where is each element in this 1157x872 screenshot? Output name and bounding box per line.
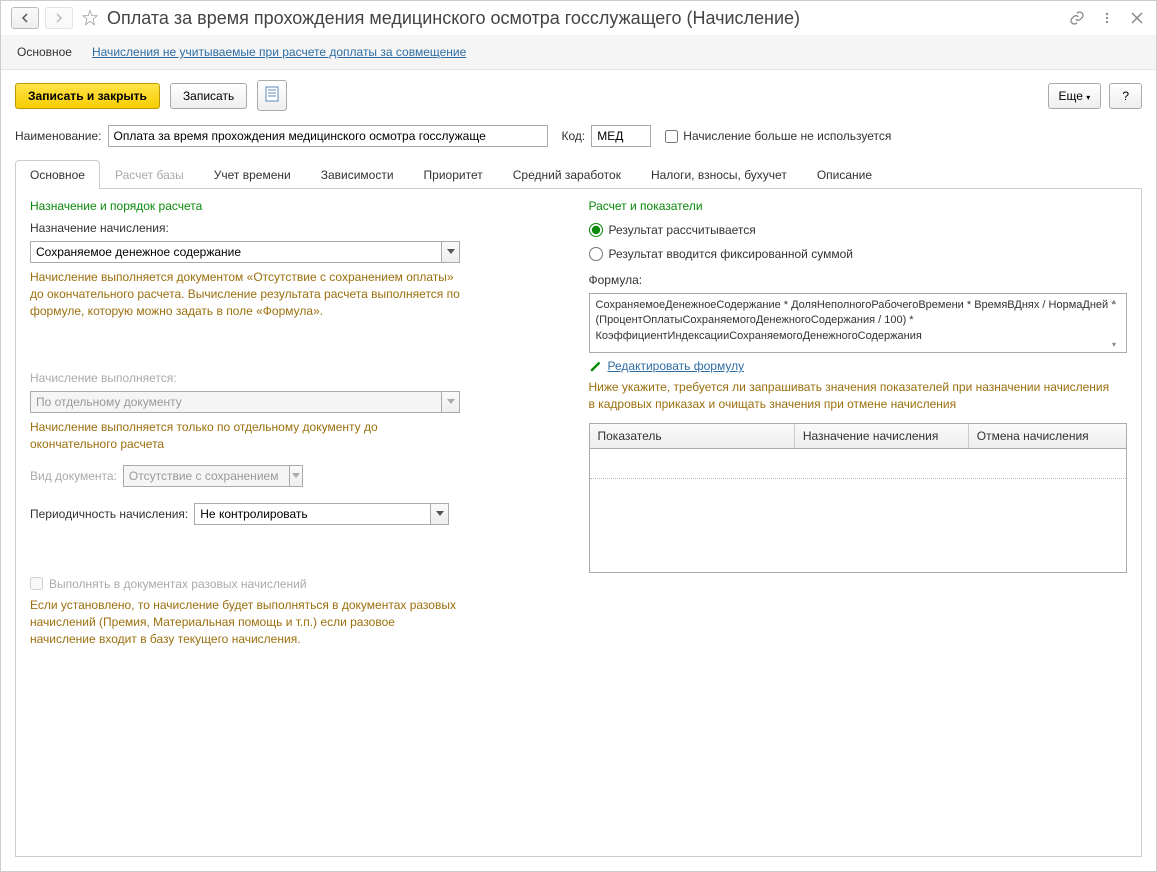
onetime-label: Выполнять в документах разовых начислени… — [49, 577, 307, 591]
formula-box[interactable]: СохраняемоеДенежноеСодержание * ДоляНепо… — [589, 293, 1128, 353]
purpose-dropdown[interactable] — [30, 241, 460, 263]
indicators-table: Показатель Назначение начисления Отмена … — [589, 423, 1128, 573]
radio-fixed-input[interactable] — [589, 247, 603, 261]
formula-scroll[interactable]: ▴▾ — [1112, 296, 1124, 350]
favorite-icon[interactable] — [79, 7, 101, 29]
tabs: Основное Расчет базы Учет времени Зависи… — [15, 159, 1142, 189]
tab-average[interactable]: Средний заработок — [498, 160, 636, 189]
formula-label: Формула: — [589, 273, 1128, 287]
th-cancel: Отмена начисления — [969, 424, 1126, 448]
indicators-hint: Ниже укажите, требуется ли запрашивать з… — [589, 379, 1119, 413]
nav-main[interactable]: Основное — [15, 41, 74, 63]
close-icon[interactable] — [1128, 9, 1146, 27]
indicators-header: Показатель Назначение начисления Отмена … — [590, 424, 1127, 449]
chevron-down-icon[interactable] — [441, 242, 459, 262]
purpose-note: Начисление выполняется документом «Отсут… — [30, 269, 460, 319]
period-input[interactable] — [195, 504, 430, 524]
save-close-button[interactable]: Записать и закрыть — [15, 83, 160, 109]
tab-desc[interactable]: Описание — [802, 160, 887, 189]
tab-time[interactable]: Учет времени — [199, 160, 306, 189]
exec-label: Начисление выполняется: — [30, 371, 569, 385]
more-button[interactable]: Еще ▾ — [1048, 83, 1102, 109]
radio-calculated[interactable]: Результат рассчитывается — [589, 221, 1128, 239]
tab-deps[interactable]: Зависимости — [306, 160, 409, 189]
window-title: Оплата за время прохождения медицинского… — [107, 8, 1062, 29]
notused-checkbox[interactable] — [665, 130, 678, 143]
code-input[interactable] — [591, 125, 651, 147]
tab-main[interactable]: Основное — [15, 160, 100, 189]
pencil-icon — [589, 359, 603, 373]
doc-dropdown — [123, 465, 303, 487]
edit-formula-link[interactable]: Редактировать формулу — [589, 359, 1128, 373]
tab-base[interactable]: Расчет базы — [100, 160, 199, 189]
window: Оплата за время прохождения медицинского… — [0, 0, 1157, 872]
right-column: Расчет и показатели Результат рассчитыва… — [589, 199, 1128, 846]
th-indicator: Показатель — [590, 424, 795, 448]
tab-tax[interactable]: Налоги, взносы, бухучет — [636, 160, 802, 189]
forward-button[interactable] — [45, 7, 73, 29]
notused-label: Начисление больше не используется — [683, 129, 891, 143]
onetime-checkbox — [30, 577, 43, 590]
chevron-down-icon — [441, 392, 459, 412]
onetime-note: Если установлено, то начисление будет вы… — [30, 597, 460, 647]
formula-text: СохраняемоеДенежноеСодержание * ДоляНепо… — [596, 299, 1116, 342]
period-dropdown[interactable] — [194, 503, 449, 525]
doc-input — [124, 466, 289, 486]
purpose-label: Назначение начисления: — [30, 221, 569, 235]
exec-dropdown — [30, 391, 460, 413]
content: Назначение и порядок расчета Назначение … — [15, 189, 1142, 857]
tab-priority[interactable]: Приоритет — [409, 160, 498, 189]
purpose-input[interactable] — [31, 242, 441, 262]
radio-fixed[interactable]: Результат вводится фиксированной суммой — [589, 245, 1128, 263]
nav-link[interactable]: Начисления не учитываемые при расчете до… — [90, 41, 468, 63]
toolbar: Записать и закрыть Записать Еще ▾ ? — [1, 70, 1156, 121]
link-icon[interactable] — [1068, 9, 1086, 27]
chevron-down-icon[interactable] — [430, 504, 448, 524]
navbar: Основное Начисления не учитываемые при р… — [1, 35, 1156, 70]
name-input[interactable] — [108, 125, 548, 147]
exec-note: Начисление выполняется только по отдельн… — [30, 419, 460, 453]
code-label: Код: — [562, 129, 586, 143]
save-button[interactable]: Записать — [170, 83, 247, 109]
doc-label: Вид документа: — [30, 469, 117, 483]
exec-input — [31, 392, 441, 412]
report-button[interactable] — [257, 80, 287, 111]
back-button[interactable] — [11, 7, 39, 29]
section-calc-title: Расчет и показатели — [589, 199, 1128, 213]
header-form: Наименование: Код: Начисление больше не … — [1, 121, 1156, 159]
help-button[interactable]: ? — [1109, 83, 1142, 109]
name-label: Наименование: — [15, 129, 102, 143]
chevron-down-icon — [289, 466, 302, 486]
radio-calculated-input[interactable] — [589, 223, 603, 237]
menu-icon[interactable] — [1098, 9, 1116, 27]
section-purpose-title: Назначение и порядок расчета — [30, 199, 569, 213]
titlebar: Оплата за время прохождения медицинского… — [1, 1, 1156, 35]
period-label: Периодичность начисления: — [30, 507, 188, 521]
left-column: Назначение и порядок расчета Назначение … — [30, 199, 569, 846]
indicators-body[interactable] — [590, 449, 1127, 479]
th-assign: Назначение начисления — [795, 424, 969, 448]
